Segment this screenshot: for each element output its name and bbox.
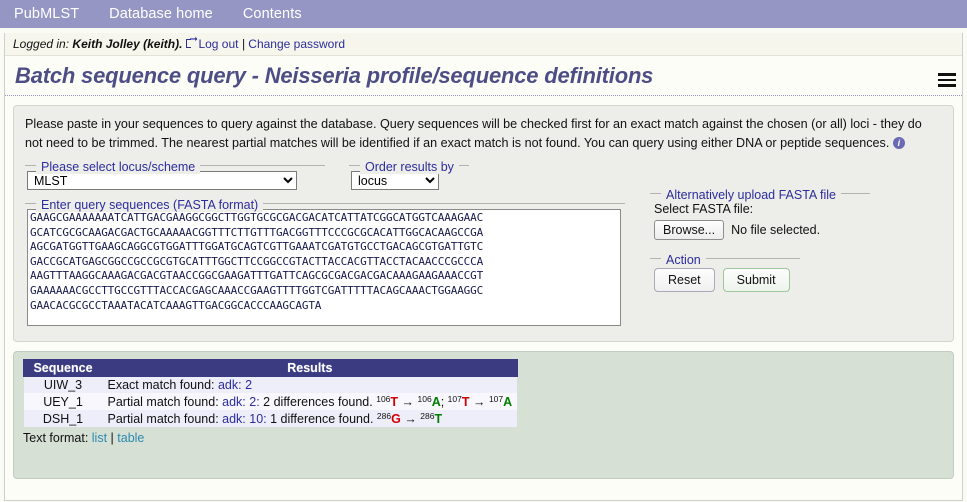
logout-icon [186, 35, 198, 49]
difference-base-from: T [461, 395, 470, 409]
login-status-bar: Logged in: Keith Jolley (keith).Log out … [5, 33, 962, 56]
result-prefix: Partial match found: [107, 395, 223, 409]
action-buttons: Reset Submit [654, 268, 800, 292]
selector-row: Please select locus/scheme MLST Order re… [25, 159, 637, 190]
query-sequences-fieldset: Enter query sequences (FASTA format) GAA… [25, 197, 625, 329]
results-panel: Sequence Results UIW_3 Exact match found:… [13, 351, 954, 479]
cell-result: Exact match found: adk: 2 [102, 376, 518, 393]
difference-base-to: A [431, 395, 441, 409]
logged-in-prefix: Logged in: [13, 37, 70, 51]
format-table-link[interactable]: table [117, 431, 144, 445]
select-fasta-file-label: Select FASTA file: [654, 202, 754, 216]
result-prefix: Partial match found: [107, 412, 223, 426]
difference-arrow-icon: → [469, 395, 489, 409]
nav-item-pubmlst[interactable]: PubMLST [14, 6, 79, 22]
upload-fasta-fieldset: Alternatively upload FASTA file Select F… [650, 187, 870, 240]
cell-sequence: UEY_1 [23, 393, 103, 410]
action-fieldset: Action Reset Submit [650, 252, 800, 292]
cell-sequence: UIW_3 [23, 376, 103, 393]
results-table-body: UIW_3 Exact match found: adk: 2 UEY_1 Parti… [23, 376, 518, 427]
nav-item-database-home[interactable]: Database home [109, 6, 213, 22]
locus-scheme-legend: Please select locus/scheme [36, 160, 201, 174]
table-row: UEY_1 Partial match found: adk: 2: 2 diff… [23, 393, 518, 410]
intro-paragraph: Please paste in your sequences to query … [25, 115, 942, 153]
format-list-link[interactable]: list [92, 431, 107, 445]
cell-result: Partial match found: adk: 10: 1 differen… [102, 410, 518, 427]
difference-base-to: A [503, 395, 513, 409]
difference-arrow-icon: → [400, 412, 421, 426]
difference-position-from: 286 [376, 411, 392, 421]
format-separator: | [110, 431, 114, 445]
file-input-row: Browse... No file selected. [654, 220, 870, 240]
text-format-row: Text format: list | table [23, 431, 944, 445]
difference-position-from: 107 [447, 394, 462, 404]
order-results-fieldset: Order results by locus [349, 159, 469, 190]
difference-arrow-icon: → [398, 395, 418, 409]
hamburger-bar-3 [938, 84, 956, 87]
sequences-fieldset-body: GAAGCGAAAAAAATCATTGACGAAGGCGGCTTGGTGCGCG… [25, 204, 625, 329]
difference-separator: ; [440, 395, 448, 409]
results-header-row: Sequence Results [23, 359, 518, 377]
change-password-link[interactable]: Change password [248, 37, 345, 51]
hamburger-bar-1 [938, 73, 956, 76]
locus-scheme-fieldset: Please select locus/scheme MLST [25, 159, 325, 190]
nucleotide-difference: 106T → 106A; [376, 394, 448, 409]
reset-button[interactable]: Reset [654, 268, 715, 292]
no-file-selected-label: No file selected. [731, 223, 821, 237]
difference-position-to: 107 [488, 394, 504, 404]
result-prefix: Exact match found: [107, 378, 218, 392]
nucleotide-difference: 286G → 286T [376, 411, 443, 426]
browse-button[interactable]: Browse... [654, 220, 725, 240]
upload-fasta-legend: Alternatively upload FASTA file [661, 188, 841, 202]
table-row: DSH_1 Partial match found: adk: 10: 1 dif… [23, 410, 518, 427]
difference-position-to: 286 [420, 411, 435, 421]
column-header-sequence: Sequence [23, 359, 103, 377]
nav-item-contents[interactable]: Contents [243, 6, 302, 22]
order-results-legend: Order results by [360, 160, 459, 174]
form-columns: Please select locus/scheme MLST Order re… [25, 157, 942, 329]
text-format-label: Text format: [23, 431, 89, 445]
intro-text: Please paste in your sequences to query … [25, 117, 922, 150]
login-bar-separator: | [241, 37, 245, 51]
result-locus-link[interactable]: adk: 2 [218, 378, 252, 392]
result-locus-link[interactable]: adk: 2: [222, 395, 260, 409]
info-icon[interactable]: i [892, 137, 905, 149]
result-detail: 1 difference found. [266, 412, 377, 426]
results-table-head: Sequence Results [23, 359, 518, 377]
difference-base-from: T [390, 395, 399, 409]
nucleotide-difference: 107T → 107A [447, 394, 513, 409]
page-title: Batch sequence query - Neisseria profile… [5, 56, 962, 96]
result-locus-link[interactable]: adk: 10: [222, 412, 266, 426]
difference-position-to: 106 [417, 394, 432, 404]
difference-base-to: T [434, 412, 443, 426]
result-detail: 2 differences found. [259, 395, 377, 409]
log-out-link[interactable]: Log out [198, 37, 238, 51]
difference-position-from: 106 [376, 394, 391, 404]
action-legend: Action [661, 253, 706, 267]
cell-sequence: DSH_1 [23, 410, 103, 427]
column-header-results: Results [102, 359, 518, 377]
hamburger-bar-2 [938, 78, 956, 82]
table-row: UIW_3 Exact match found: adk: 2 [23, 376, 518, 393]
cell-result: Partial match found: adk: 2: 2 differenc… [102, 393, 518, 410]
results-table: Sequence Results UIW_3 Exact match found:… [23, 359, 518, 427]
form-right-column: Alternatively upload FASTA file Select F… [637, 157, 942, 292]
page-frame: Logged in: Keith Jolley (keith).Log out … [4, 33, 963, 501]
logged-in-user: Keith Jolley (keith). [72, 37, 183, 51]
query-sequences-legend: Enter query sequences (FASTA format) [36, 198, 264, 212]
hamburger-menu-icon[interactable] [938, 73, 956, 90]
difference-base-from: G [391, 412, 401, 426]
query-sequences-textarea[interactable]: GAAGCGAAAAAAATCATTGACGAAGGCGGCTTGGTGCGCG… [27, 209, 621, 326]
top-navbar: PubMLST Database home Contents [0, 0, 967, 28]
submit-button[interactable]: Submit [722, 268, 790, 292]
form-left-column: Please select locus/scheme MLST Order re… [25, 157, 637, 329]
query-form-panel: Please paste in your sequences to query … [13, 105, 954, 342]
